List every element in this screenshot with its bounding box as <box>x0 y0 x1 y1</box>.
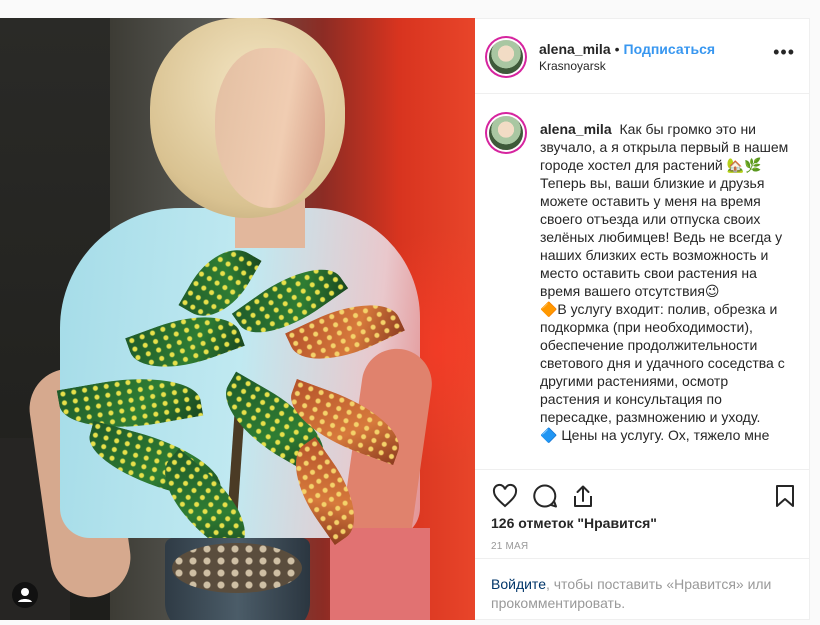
separator-dot: • <box>614 41 620 57</box>
likes-count[interactable]: 126 отметок "Нравится" <box>491 515 657 531</box>
heart-icon[interactable] <box>491 482 519 510</box>
more-options-icon[interactable]: ••• <box>773 43 795 61</box>
username-link[interactable]: alena_mila <box>539 41 611 57</box>
avatar[interactable] <box>489 40 523 74</box>
login-text: Войдите, чтобы поставить «Нравится» или … <box>491 575 791 613</box>
post-header: alena_mila • Подписаться Krasnoyarsk ••• <box>475 19 809 94</box>
avatar[interactable] <box>489 116 523 150</box>
share-icon[interactable] <box>569 482 597 510</box>
photo-pants <box>330 528 430 620</box>
login-prompt: Войдите, чтобы поставить «Нравится» или … <box>475 558 809 622</box>
post-photo[interactable] <box>0 18 475 620</box>
comments-area[interactable]: alena_mila Как бы громко это ни звучало,… <box>475 94 809 469</box>
header-name-row: alena_mila • Подписаться <box>539 41 715 57</box>
caption-username[interactable]: alena_mila <box>540 121 612 137</box>
follow-button[interactable]: Подписаться <box>624 41 716 57</box>
login-link[interactable]: Войдите <box>491 576 546 592</box>
comment-icon[interactable] <box>531 482 559 510</box>
post-panel: alena_mila • Подписаться Krasnoyarsk ••• a… <box>475 18 810 620</box>
location-link[interactable]: Krasnoyarsk <box>539 59 606 73</box>
caption-text: Как бы громко это ни звучало, а я открыл… <box>540 121 789 443</box>
photo-face <box>215 48 325 208</box>
bookmark-icon[interactable] <box>771 482 799 510</box>
post-date[interactable]: 21 МАЯ <box>491 541 528 552</box>
user-icon[interactable] <box>12 582 38 608</box>
post-caption: alena_mila Как бы громко это ни звучало,… <box>540 120 790 444</box>
pot-soil <box>172 543 302 593</box>
